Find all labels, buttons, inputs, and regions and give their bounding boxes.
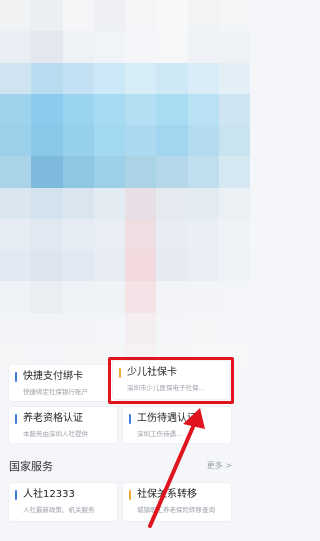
pointer-arrow-icon xyxy=(148,408,205,528)
